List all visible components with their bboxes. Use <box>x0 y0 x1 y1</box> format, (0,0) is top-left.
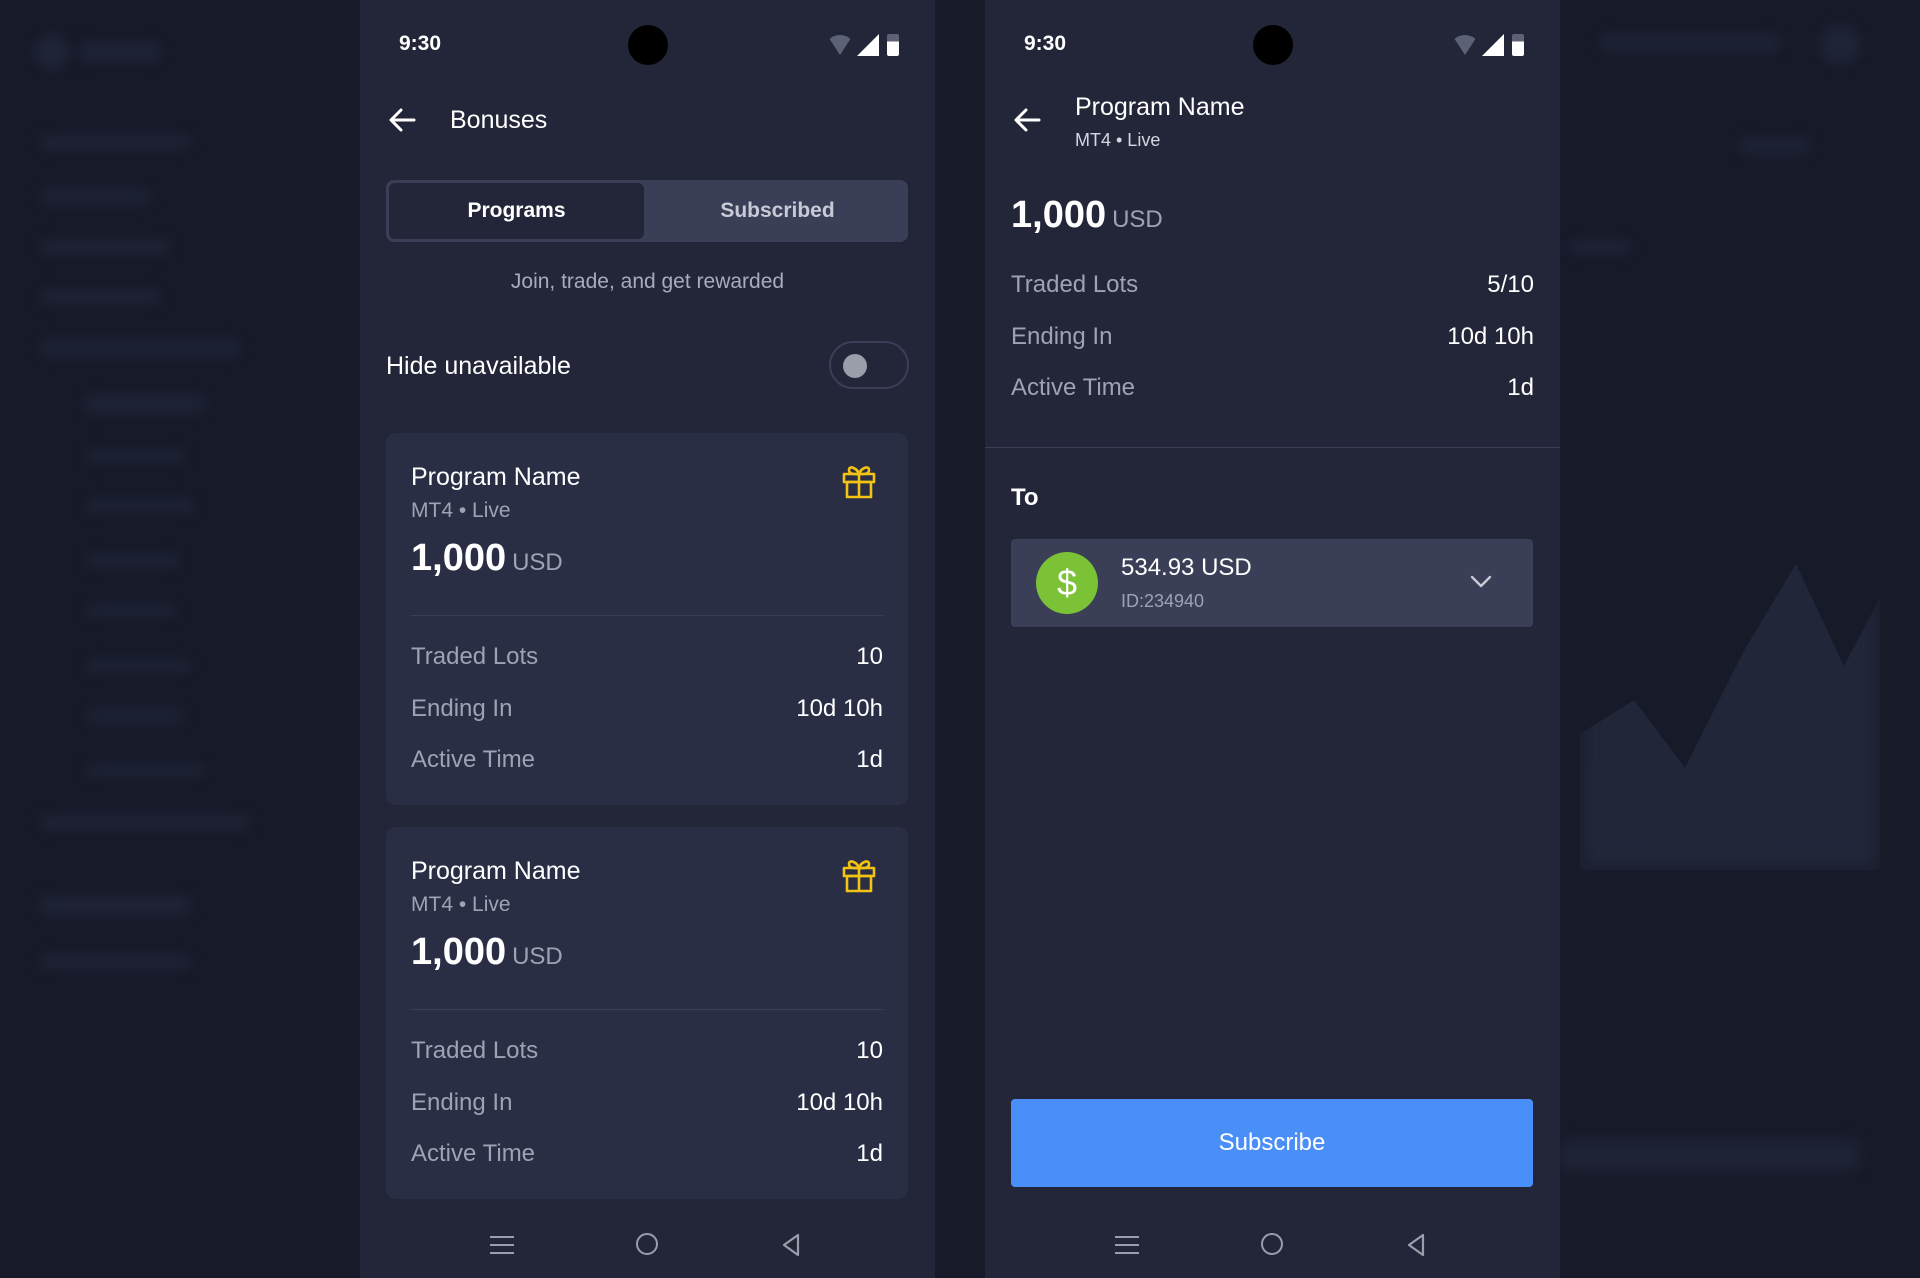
app-bar: Program Name MT4 • Live <box>985 90 1560 150</box>
recents-icon[interactable] <box>1115 1236 1139 1254</box>
status-time: 9:30 <box>1024 32 1067 55</box>
account-balance: 534.93 USD <box>1121 554 1252 581</box>
nav-back-icon[interactable] <box>1403 1232 1429 1258</box>
system-nav-bar <box>985 1198 1560 1278</box>
row-active-time: Active Time 1d <box>1011 374 1534 401</box>
divider <box>411 1009 883 1010</box>
status-bar: 9:30 <box>360 0 935 90</box>
divider <box>411 615 883 616</box>
hide-unavailable-label: Hide unavailable <box>386 352 571 380</box>
app-bar: Bonuses <box>360 90 935 150</box>
wifi-icon <box>827 35 853 55</box>
hide-unavailable-toggle[interactable] <box>829 341 909 389</box>
hide-unavailable-row: Hide unavailable <box>386 340 909 396</box>
system-nav-bar <box>360 1198 935 1278</box>
home-icon[interactable] <box>1261 1233 1283 1255</box>
wifi-icon <box>1452 35 1478 55</box>
divider <box>985 447 1560 448</box>
row-ending-in: Ending In 10d 10h <box>1011 323 1534 350</box>
battery-icon <box>887 34 899 56</box>
program-card[interactable]: Program Name MT4 • Live 1,000 USD Traded … <box>386 433 908 805</box>
tab-subscribed[interactable]: Subscribed <box>647 180 908 242</box>
program-amount: 1,000 USD <box>411 931 563 973</box>
home-icon[interactable] <box>636 1233 658 1255</box>
gift-icon <box>842 466 876 499</box>
page-title: Bonuses <box>450 106 548 134</box>
back-arrow-icon[interactable] <box>386 104 418 136</box>
chevron-down-icon <box>1470 575 1492 588</box>
background-dashboard <box>0 0 1920 1278</box>
to-label: To <box>1011 484 1039 511</box>
tab-programs[interactable]: Programs <box>389 183 644 239</box>
program-name: Program Name <box>411 857 581 885</box>
row-traded-lots: Traded Lots 5/10 <box>1011 271 1534 298</box>
row-traded-lots: Traded Lots 10 <box>411 643 883 670</box>
program-platform: MT4 • Live <box>411 499 511 522</box>
program-platform: MT4 • Live <box>411 893 511 916</box>
row-active-time: Active Time 1d <box>411 1140 883 1167</box>
subtitle: Join, trade, and get rewarded <box>510 270 785 293</box>
page-title: Program Name <box>1075 93 1245 121</box>
page-subtitle: MT4 • Live <box>1075 130 1161 150</box>
signal-icon <box>857 34 879 56</box>
camera-cutout <box>628 25 668 65</box>
program-amount: 1,000 USD <box>1011 194 1163 236</box>
toggle-knob <box>843 354 867 378</box>
row-ending-in: Ending In 10d 10h <box>411 1089 883 1116</box>
program-name: Program Name <box>411 463 581 491</box>
account-id: ID:234940 <box>1121 591 1205 611</box>
program-card[interactable]: Program Name MT4 • Live 1,000 USD Traded … <box>386 827 908 1199</box>
status-bar: 9:30 <box>985 0 1560 90</box>
account-select[interactable]: $ 534.93 USD ID:234940 <box>1011 539 1533 627</box>
segmented-control: Programs Subscribed <box>386 180 908 242</box>
back-arrow-icon[interactable] <box>1011 104 1043 136</box>
row-traded-lots: Traded Lots 10 <box>411 1037 883 1064</box>
nav-back-icon[interactable] <box>778 1232 804 1258</box>
status-time: 9:30 <box>399 32 442 55</box>
dollar-icon: $ <box>1036 552 1098 614</box>
camera-cutout <box>1253 25 1293 65</box>
row-active-time: Active Time 1d <box>411 746 883 773</box>
program-detail-screen: 9:30 Program Name MT4 • Live 1,000 USD Tr… <box>985 0 1560 1278</box>
bonuses-screen: 9:30 Bonuses Programs Subscribed Join, t… <box>360 0 935 1278</box>
gift-icon <box>842 860 876 893</box>
recents-icon[interactable] <box>490 1236 514 1254</box>
program-amount: 1,000 USD <box>411 537 563 579</box>
signal-icon <box>1482 34 1504 56</box>
row-ending-in: Ending In 10d 10h <box>411 695 883 722</box>
battery-icon <box>1512 34 1524 56</box>
subscribe-button[interactable]: Subscribe <box>1011 1099 1533 1187</box>
